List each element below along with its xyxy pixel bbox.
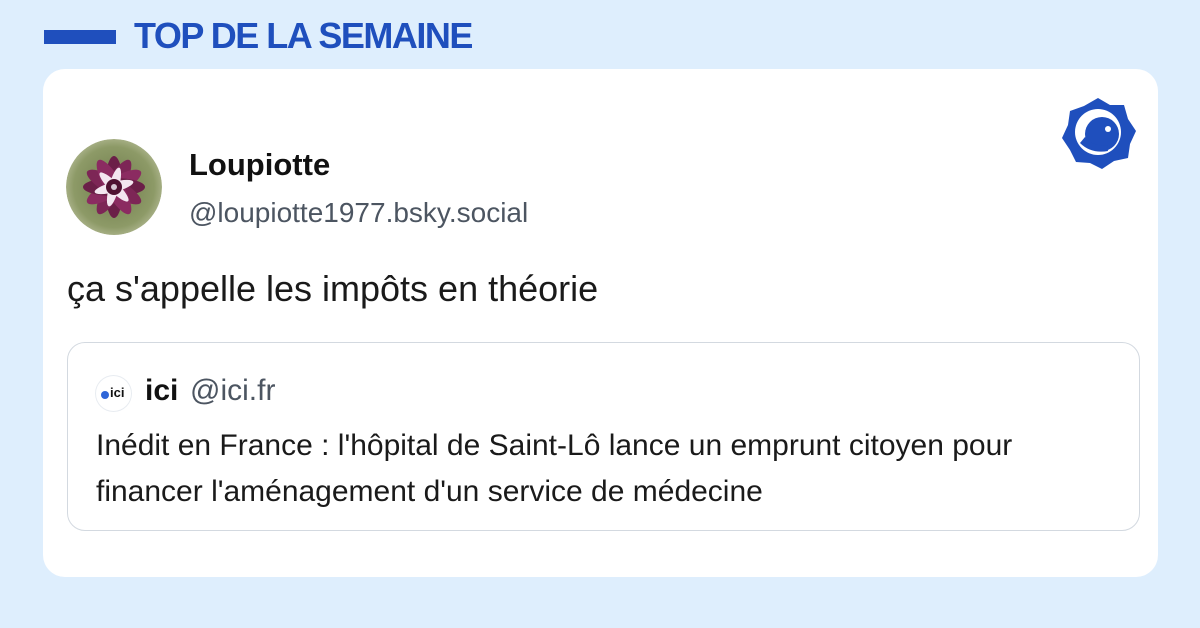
quoted-post-text: Inédit en France : l'hôpital de Saint-Lô… xyxy=(96,429,1013,508)
bluesky-badge-icon xyxy=(1062,98,1136,169)
quoted-author-avatar[interactable]: ici xyxy=(96,376,131,411)
post-text: ça s'appelle les impôts en théorie xyxy=(67,268,599,309)
section-title: TOP DE LA SEMAINE xyxy=(134,15,473,56)
quoted-avatar-label: ici xyxy=(110,385,125,400)
user-avatar[interactable] xyxy=(66,139,162,235)
quoted-post[interactable]: ici ici @ici.fr Inédit en France : l'hôp… xyxy=(67,342,1140,531)
quoted-author-name[interactable]: ici xyxy=(145,373,178,409)
post-card[interactable]: Loupiotte @loupiotte1977.bsky.social ça … xyxy=(43,69,1158,577)
post-author-name[interactable]: Loupiotte xyxy=(189,147,330,183)
section-accent-bar xyxy=(44,30,116,44)
post-author-handle[interactable]: @loupiotte1977.bsky.social xyxy=(189,196,528,230)
quoted-author-handle[interactable]: @ici.fr xyxy=(190,373,275,409)
